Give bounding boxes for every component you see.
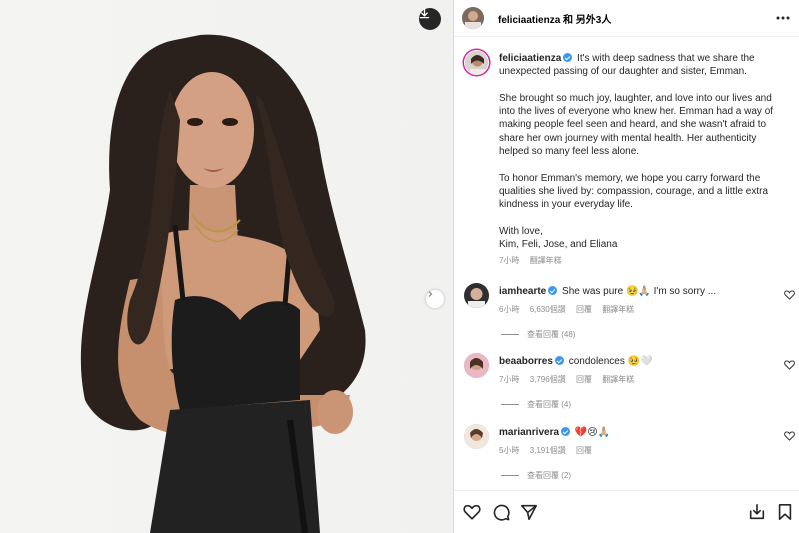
comment-reply-button[interactable]: 回覆 <box>576 305 592 314</box>
comment-likes[interactable]: 3,796個讚 <box>530 375 566 384</box>
comment-likes[interactable]: 6,630個讚 <box>530 305 566 314</box>
post-side-panel: feliciaatienza 和 另外3人 feliciaatienza It'… <box>453 0 799 533</box>
post-header: feliciaatienza 和 另外3人 <box>454 0 799 37</box>
caption-paragraph: With love, <box>499 225 543 237</box>
comment-username[interactable]: marianrivera <box>499 427 559 438</box>
caption-first-paragraph: feliciaatienza It's with deep sadness th… <box>499 52 777 79</box>
view-replies-label: 查看回覆 (4) <box>527 400 571 409</box>
post-photo[interactable] <box>0 0 453 533</box>
commenter-avatar[interactable] <box>464 283 489 308</box>
comment-time[interactable]: 6小時 <box>499 305 519 314</box>
caption-translate-link[interactable]: 翻譯年糕 <box>530 256 562 265</box>
comment-username[interactable]: iamhearte <box>499 286 546 297</box>
comment-translate-link[interactable]: 翻譯年糕 <box>602 375 634 384</box>
commenter-avatar[interactable] <box>464 424 489 449</box>
instagram-post-view: feliciaatienza 和 另外3人 feliciaatienza It'… <box>0 0 799 533</box>
caption-author-avatar[interactable] <box>464 50 489 75</box>
repost-icon[interactable] <box>748 503 766 521</box>
post-header-title[interactable]: feliciaatienza 和 另外3人 <box>498 11 611 26</box>
comment-likes[interactable]: 3,191個讚 <box>530 446 566 455</box>
caption-username[interactable]: feliciaatienza <box>499 53 561 64</box>
comment-body: 💔😢🙏🏼 <box>574 427 611 438</box>
verified-badge-icon <box>563 53 573 62</box>
commenter-avatar[interactable] <box>464 353 489 378</box>
verified-badge-icon <box>561 427 571 436</box>
download-icon <box>419 8 430 19</box>
chevron-right-icon <box>428 291 433 297</box>
comment-icon[interactable] <box>492 503 510 521</box>
replies-divider <box>501 475 519 477</box>
caption-signature: Kim, Feli, Jose, and Eliana <box>499 239 618 251</box>
comment-reply-button[interactable]: 回覆 <box>576 375 592 384</box>
comment-meta: 6小時 6,630個讚 回覆 翻譯年糕 <box>499 304 642 315</box>
more-icon <box>776 16 790 20</box>
heart-icon[interactable] <box>784 360 795 370</box>
view-replies-button[interactable]: 查看回覆 (48) <box>501 329 575 340</box>
heart-icon[interactable] <box>784 290 795 300</box>
comment-time[interactable]: 5小時 <box>499 446 519 455</box>
author-avatar[interactable] <box>462 7 484 29</box>
heart-icon[interactable] <box>463 503 481 521</box>
comment-reply-button[interactable]: 回覆 <box>576 446 592 455</box>
replies-divider <box>501 334 519 336</box>
caption-paragraph: To honor Emman's memory, we hope you car… <box>499 172 769 211</box>
view-replies-label: 查看回覆 (2) <box>527 471 571 480</box>
comment-meta: 7小時 3,796個讚 回覆 翻譯年糕 <box>499 374 642 385</box>
comment-username[interactable]: beaaborres <box>499 356 553 367</box>
view-replies-label: 查看回覆 (48) <box>527 330 576 339</box>
comment-text: beaaborres condolences 🥹🤍 <box>499 356 653 367</box>
view-replies-button[interactable]: 查看回覆 (2) <box>501 470 571 481</box>
view-replies-button[interactable]: 查看回覆 (4) <box>501 399 571 410</box>
heart-icon[interactable] <box>784 431 795 441</box>
next-image-button[interactable] <box>426 290 444 308</box>
comment-time[interactable]: 7小時 <box>499 375 519 384</box>
send-icon[interactable] <box>520 503 538 521</box>
download-button[interactable] <box>419 8 441 30</box>
verified-badge-icon <box>554 356 564 365</box>
caption-paragraph: She brought so much joy, laughter, and l… <box>499 92 774 158</box>
more-options-button[interactable] <box>776 11 790 25</box>
bookmark-icon[interactable] <box>776 503 794 521</box>
post-actions-bar <box>454 490 799 533</box>
comment-meta: 5小時 3,191個讚 回覆 <box>499 445 600 456</box>
comment-body: She was pure 🥹🙏🏼 I'm so sorry ... <box>562 286 717 297</box>
verified-badge-icon <box>548 286 558 295</box>
comment-translate-link[interactable]: 翻譯年糕 <box>602 305 634 314</box>
comment-text: iamhearte She was pure 🥹🙏🏼 I'm so sorry … <box>499 286 716 297</box>
portrait-illustration <box>80 34 366 533</box>
comment-text: marianrivera 💔😢🙏🏼 <box>499 427 610 438</box>
comment-body: condolences 🥹🤍 <box>568 356 653 367</box>
caption-meta: 7小時 翻譯年糕 <box>499 254 777 267</box>
caption-time[interactable]: 7小時 <box>499 256 519 265</box>
replies-divider <box>501 404 519 406</box>
post-caption: feliciaatienza It's with deep sadness th… <box>499 52 777 268</box>
